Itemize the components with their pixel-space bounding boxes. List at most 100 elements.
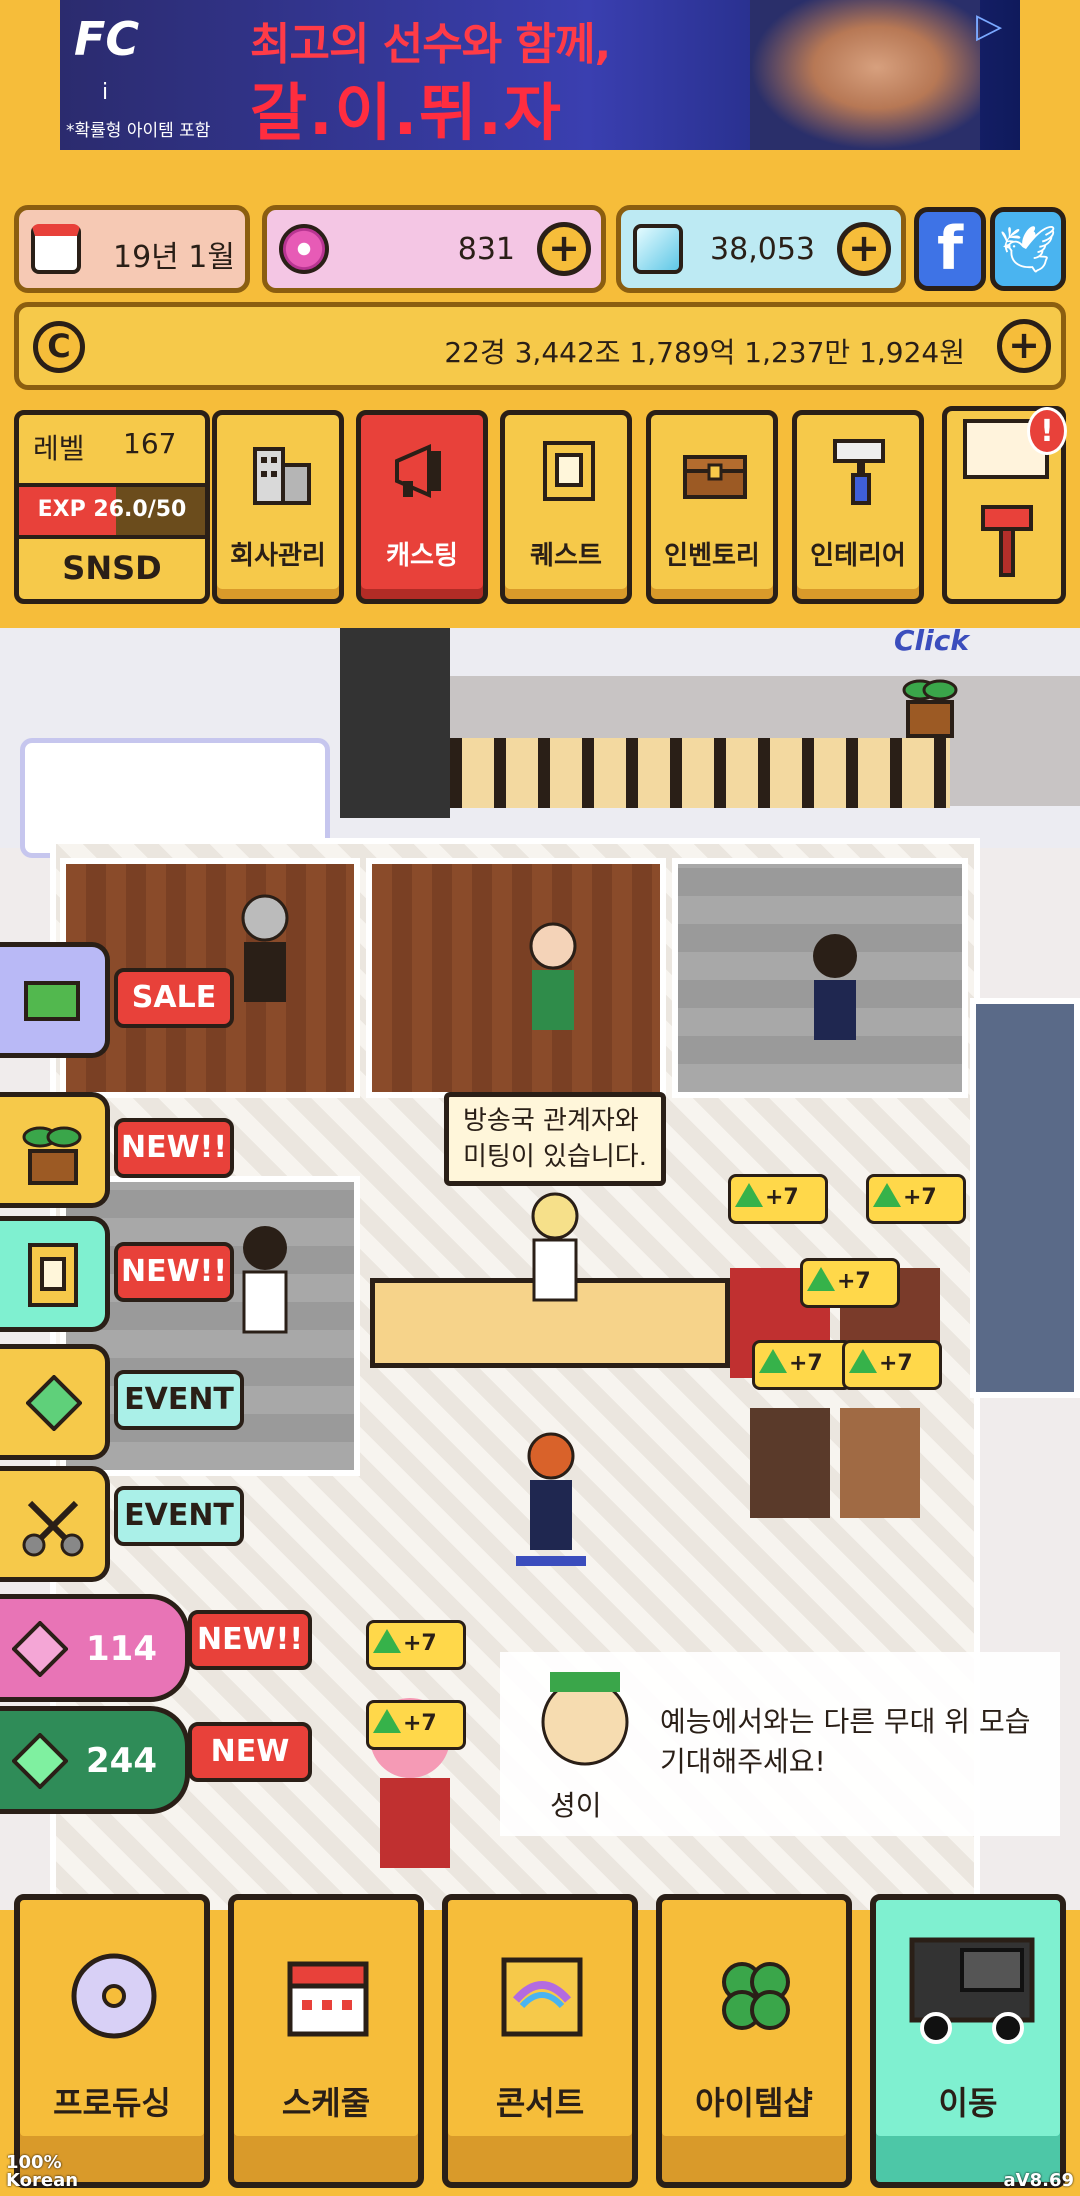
sale-shop-button[interactable] <box>0 942 110 1058</box>
ad-info-icon[interactable]: i <box>102 80 108 105</box>
meeting-speech-bubble: 방송국 관계자와 미팅이 있습니다. <box>444 1092 666 1186</box>
exp-gain-badge: +7 <box>366 1620 466 1670</box>
speaker-name: 셩이 <box>550 1789 602 1822</box>
version-label: aV8.69 <box>1003 2170 1075 2191</box>
speaker-portrait <box>541 1672 629 1766</box>
exp-text: EXP 26.0/50 <box>37 497 187 522</box>
mail-button[interactable]: ! <box>942 406 1067 604</box>
roof-plant-icon[interactable] <box>898 668 962 738</box>
footer-status: 100% Korean <box>6 2154 78 2190</box>
green-gem-icon <box>12 1733 68 1789</box>
nav-move-button[interactable]: 이동 <box>870 1894 1066 2188</box>
ad-headline-2: 갈.이.뛰.자 <box>250 76 563 149</box>
room-side[interactable] <box>970 998 1080 1398</box>
npc-photographer[interactable] <box>800 928 870 1048</box>
level-value: 167 <box>123 427 177 460</box>
menu-interior-label: 인테리어 <box>810 541 906 571</box>
calendar-icon <box>31 224 81 274</box>
event-tag: EVENT <box>114 1486 244 1546</box>
building-icon <box>253 447 311 505</box>
menu-quest-button[interactable]: 퀘스트 <box>500 410 632 604</box>
menu-company-label: 회사관리 <box>230 541 326 571</box>
menu-quest-label: 퀘스트 <box>530 541 602 571</box>
pink-gem-icon <box>279 224 329 274</box>
exp-gain-badge: +7 <box>866 1174 966 1224</box>
diamond-icon <box>633 224 683 274</box>
exp-gain-badge: +7 <box>366 1700 466 1750</box>
exp-gain-badge: +7 <box>800 1258 900 1308</box>
pink-gem-icon <box>12 1621 68 1677</box>
hammer-icon[interactable] <box>977 501 1037 581</box>
clover-icon <box>722 1962 790 2030</box>
ad-choices-icon[interactable]: ▷ <box>976 6 1014 46</box>
pink-gem-counter[interactable]: 114 <box>0 1594 190 1702</box>
game-scene[interactable]: Click +7 +7 +7 +7 +7 +7 +7 방송국 관계자와 미팅이 … <box>0 628 1080 1910</box>
click-label: Click <box>894 628 969 657</box>
facebook-button[interactable]: f <box>914 207 986 291</box>
exp-gain-badge: +7 <box>842 1340 942 1390</box>
ad-brand-logo: FC <box>74 12 194 82</box>
twitter-button[interactable]: 🕊 <box>990 207 1066 291</box>
plant-shop-button[interactable] <box>0 1092 110 1208</box>
new-tag: NEW!! <box>188 1610 312 1670</box>
group-name: SNSD <box>62 549 162 587</box>
chest-icon <box>683 455 747 499</box>
background-pillar <box>340 628 450 818</box>
nav-move-label: 이동 <box>938 2084 998 2122</box>
menu-casting-label: 캐스팅 <box>386 541 458 571</box>
nav-concert-button[interactable]: 콘서트 <box>442 1894 638 2188</box>
nav-producing-label: 프로듀싱 <box>53 2084 171 2122</box>
ad-brand-text: FC <box>74 12 140 66</box>
event-tag: EVENT <box>114 1370 244 1430</box>
menu-interior-button[interactable]: 인테리어 <box>792 410 924 604</box>
npc-producer[interactable] <box>518 918 588 1038</box>
ad-disclaimer: *확률형 아이템 포함 <box>66 121 211 141</box>
room-studio[interactable] <box>366 858 666 1098</box>
new-tag: NEW!! <box>114 1118 234 1178</box>
nav-schedule-button[interactable]: 스케줄 <box>228 1894 424 2188</box>
nav-concert-label: 콘서트 <box>495 2084 585 2122</box>
stage-icon <box>501 1957 583 2037</box>
add-diamonds-button[interactable]: + <box>837 222 891 276</box>
quest-event-button[interactable] <box>0 1216 110 1332</box>
truck-icon <box>909 1937 1035 2044</box>
nav-itemshop-label: 아이템샵 <box>695 2084 813 2122</box>
gem-event-button[interactable] <box>0 1344 110 1460</box>
gem-count: 831 <box>457 232 515 267</box>
coin-icon: C <box>33 321 85 373</box>
diamond-display: 38,053 + <box>616 205 906 293</box>
building-fence <box>450 738 950 808</box>
add-money-button[interactable]: + <box>997 319 1051 373</box>
menu-casting-button[interactable]: 캐스팅 <box>356 410 488 604</box>
exp-gain-badge: +7 <box>752 1340 852 1390</box>
level-panel[interactable]: 레벨 167 EXP 26.0/50 SNSD <box>14 410 210 604</box>
money-amount: 22경 3,442조 1,789억 1,237만 1,924원 <box>444 336 965 369</box>
new-tag: NEW!! <box>114 1242 234 1302</box>
nav-producing-button[interactable]: 프로듀싱 <box>14 1894 210 2188</box>
gem-icon <box>26 1375 82 1431</box>
nav-schedule-label: 스케줄 <box>281 2084 371 2122</box>
exp-bar: EXP 26.0/50 <box>19 483 205 539</box>
menu-company-button[interactable]: 회사관리 <box>212 410 344 604</box>
green-gem-count: 244 <box>86 1741 157 1781</box>
nav-itemshop-button[interactable]: 아이템샵 <box>656 1894 852 2188</box>
menu-inventory-button[interactable]: 인벤토리 <box>646 410 778 604</box>
ad-banner[interactable]: FC i 최고의 선수와 함께, 갈.이.뛰.자 *확률형 아이템 포함 ▷ <box>60 0 1020 150</box>
npc-ceo[interactable] <box>230 890 300 1010</box>
cd-icon <box>71 1953 157 2039</box>
level-label: 레벨 <box>33 432 85 465</box>
new-tag: NEW <box>188 1722 312 1782</box>
scissors-event-button[interactable] <box>0 1466 110 1582</box>
player-character[interactable] <box>516 1428 586 1568</box>
footer-language: Korean <box>6 2170 79 2191</box>
add-gems-button[interactable]: + <box>537 222 591 276</box>
sale-tag: SALE <box>114 968 234 1028</box>
npc-manager[interactable] <box>230 1220 300 1340</box>
menu-inventory-label: 인벤토리 <box>664 541 760 571</box>
npc-receptionist[interactable] <box>520 1188 590 1308</box>
megaphone-icon <box>395 443 441 499</box>
character-dialog[interactable]: 셩이 예능에서와는 다른 무대 위 모습 기대해주세요! <box>500 1652 1060 1836</box>
cash-icon <box>24 981 80 1021</box>
green-gem-counter[interactable]: 244 <box>0 1706 190 1814</box>
dialog-text: 예능에서와는 다른 무대 위 모습 기대해주세요! <box>660 1705 1031 1778</box>
